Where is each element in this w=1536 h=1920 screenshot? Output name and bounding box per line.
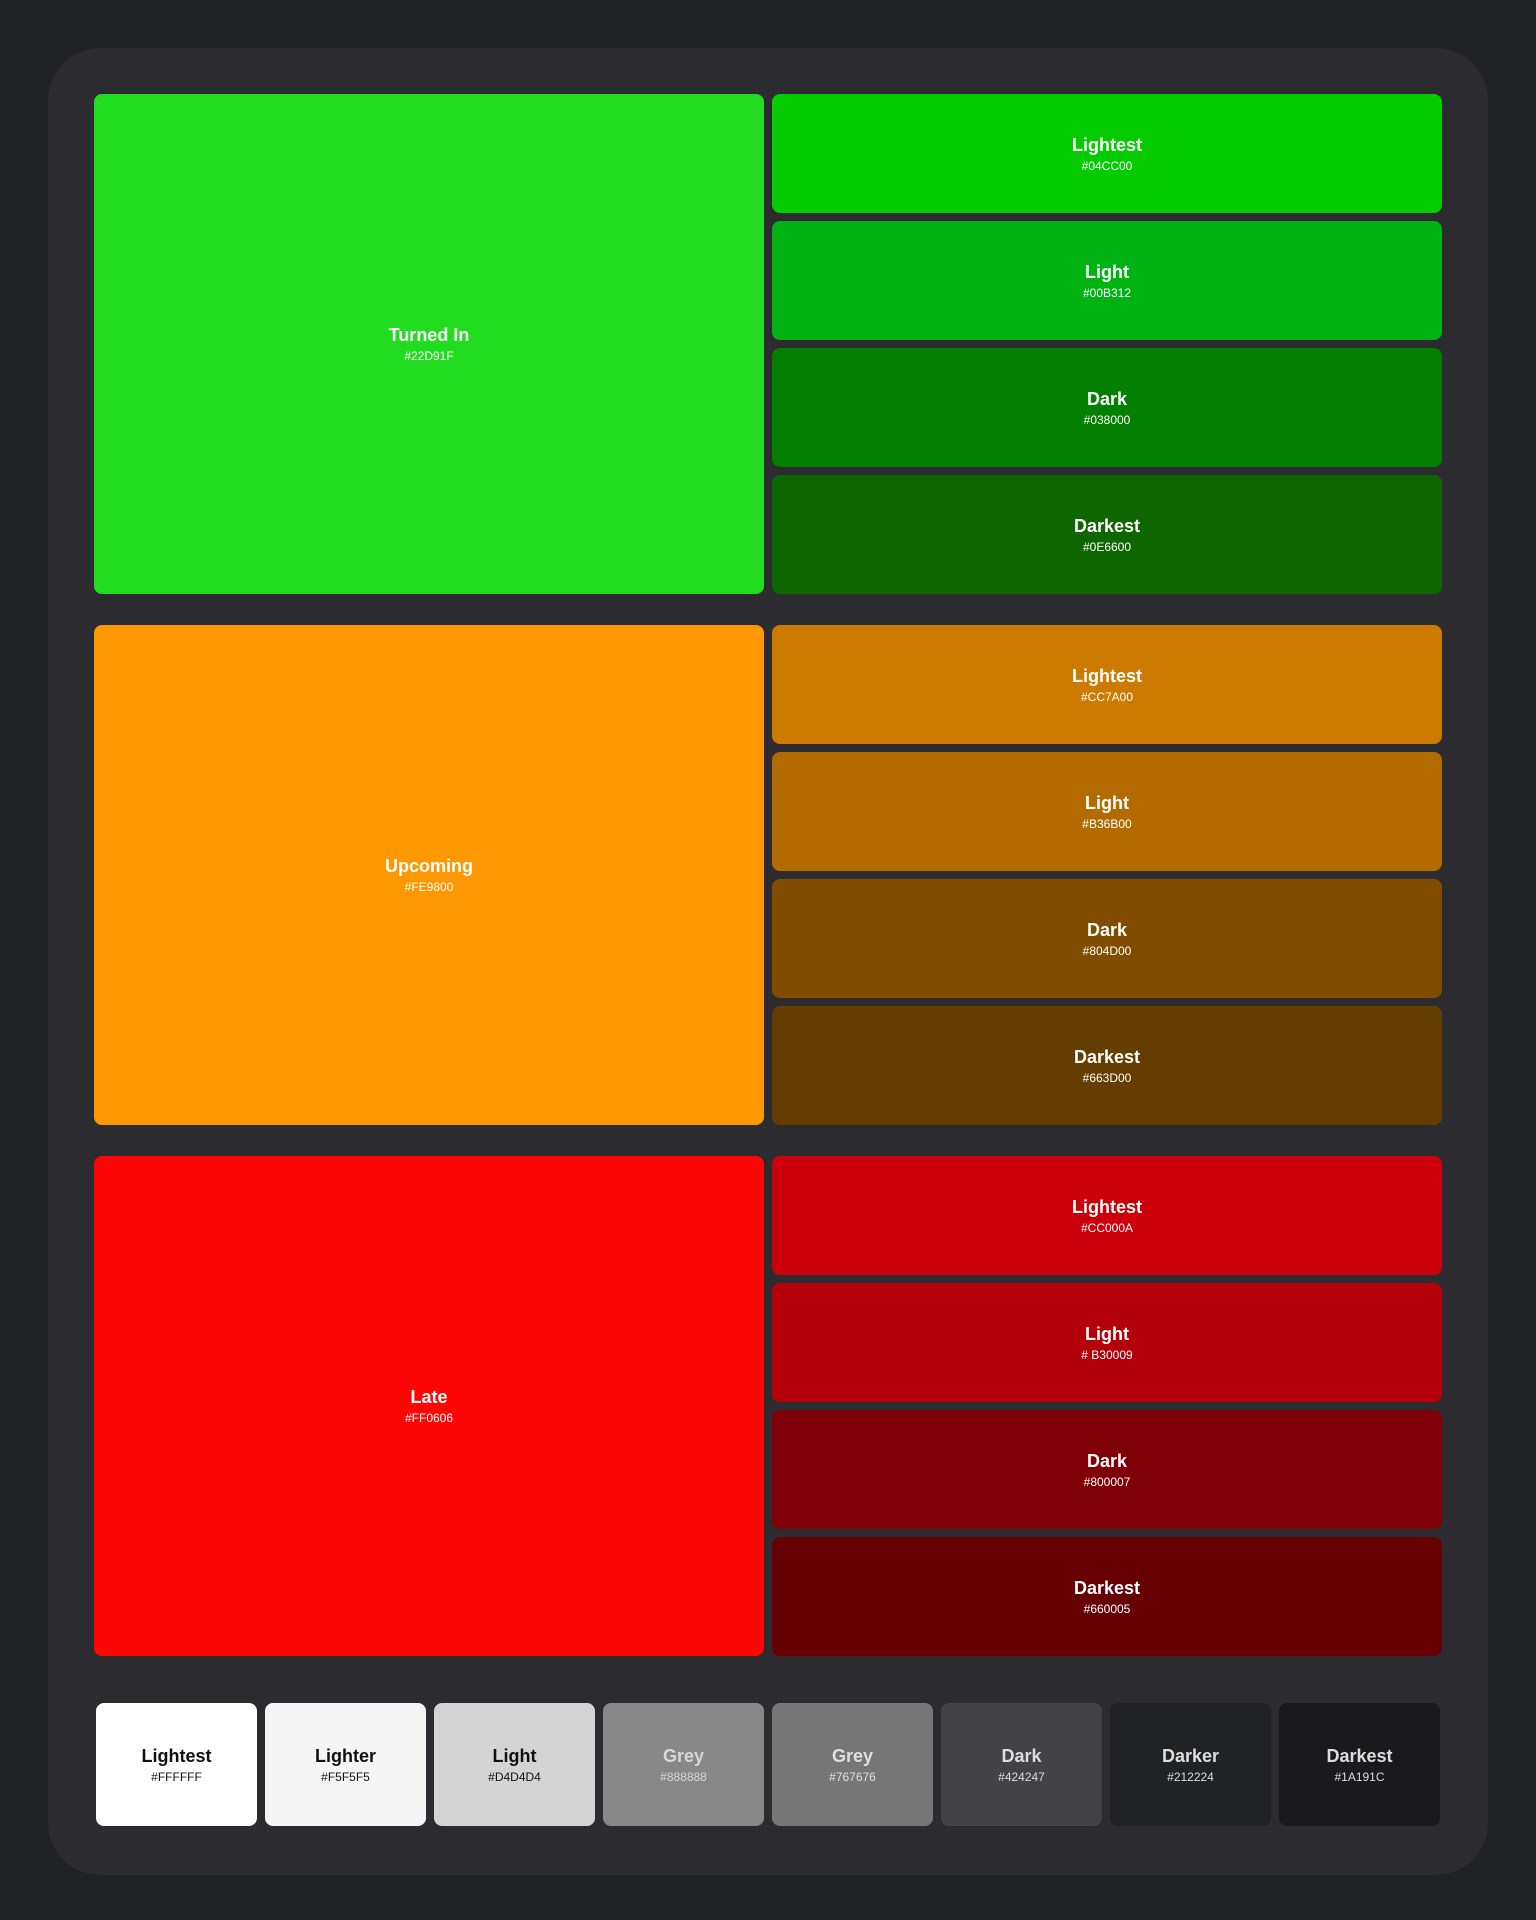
swatch-hex: #804D00: [1082, 943, 1132, 958]
swatch-hex: #04CC00: [1081, 158, 1133, 173]
swatch-hex: #D4D4D4: [488, 1769, 541, 1784]
swatch-label: Lightest: [1072, 134, 1142, 155]
swatch-hex: #888888: [660, 1769, 707, 1784]
shade-list: Lightest #CC7A00 Light #B36B00 Dark #804…: [772, 625, 1442, 1125]
shade-swatch: Lightest #CC000A: [772, 1156, 1442, 1275]
shade-swatch: Darkest #660005: [772, 1537, 1442, 1656]
swatch-label: Light: [1085, 792, 1129, 813]
shade-swatch: Light # B30009: [772, 1283, 1442, 1402]
swatch-hex: #FFFFFF: [151, 1769, 202, 1784]
swatch-hex: #660005: [1083, 1601, 1131, 1616]
swatch-label: Dark: [1086, 919, 1128, 940]
color-group-late: Late #FF0606 Lightest #CC000A Light # B3…: [94, 1156, 1442, 1656]
grey-swatch: Light #D4D4D4: [434, 1703, 595, 1826]
swatch-hex: #800007: [1083, 1474, 1131, 1489]
swatch-label: Dark: [1086, 1450, 1128, 1471]
swatch-hex: #FF0606: [404, 1411, 454, 1425]
swatch-label: Light: [1085, 261, 1129, 282]
swatch-label: Darkest: [1326, 1745, 1393, 1766]
grey-swatch: Lightest #FFFFFF: [96, 1703, 257, 1826]
swatch-label: Grey: [662, 1745, 705, 1766]
swatch-hex: #424247: [998, 1769, 1045, 1784]
main-swatch: Turned In #22D91F: [94, 94, 764, 594]
swatch-hex: #0E6600: [1082, 539, 1132, 554]
swatch-hex: #CC000A: [1080, 1220, 1134, 1235]
swatch-label: Darker: [1161, 1745, 1220, 1766]
grey-swatch: Darkest #1A191C: [1279, 1703, 1440, 1826]
swatch-label: Light: [1085, 1323, 1129, 1344]
shade-swatch: Lightest #CC7A00: [772, 625, 1442, 744]
shade-list: Lightest #CC000A Light # B30009 Dark #80…: [772, 1156, 1442, 1656]
main-swatch: Upcoming #FE9800: [94, 625, 764, 1125]
swatch-label: Turned In: [388, 325, 470, 345]
swatch-label: Grey: [831, 1745, 874, 1766]
swatch-hex: #663D00: [1082, 1070, 1132, 1085]
grey-swatch: Lighter #F5F5F5: [265, 1703, 426, 1826]
swatch-hex: #1A191C: [1334, 1769, 1385, 1784]
swatch-label: Lightest: [1072, 665, 1142, 686]
color-group-upcoming: Upcoming #FE9800 Lightest #CC7A00 Light …: [94, 625, 1442, 1125]
shade-swatch: Darkest #0E6600: [772, 475, 1442, 594]
swatch-label: Lighter: [315, 1745, 376, 1766]
main-swatch: Late #FF0606: [94, 1156, 764, 1656]
grey-swatch: Darker #212224: [1110, 1703, 1271, 1826]
shade-swatch: Dark #800007: [772, 1410, 1442, 1529]
grey-swatch: Grey #888888: [603, 1703, 764, 1826]
swatch-label: Dark: [1086, 388, 1128, 409]
swatch-label: Upcoming: [385, 856, 473, 876]
swatch-hex: #CC7A00: [1080, 689, 1134, 704]
swatch-hex: #FE9800: [404, 880, 454, 894]
shade-swatch: Light #B36B00: [772, 752, 1442, 871]
swatch-hex: #F5F5F5: [321, 1769, 370, 1784]
color-group-turned-in: Turned In #22D91F Lightest #04CC00 Light…: [94, 94, 1442, 594]
swatch-hex: #038000: [1083, 412, 1131, 427]
shade-swatch: Light #00B312: [772, 221, 1442, 340]
shade-swatch: Dark #804D00: [772, 879, 1442, 998]
swatch-label: Darkest: [1073, 1046, 1141, 1067]
swatch-hex: #22D91F: [404, 349, 454, 363]
swatch-hex: #B36B00: [1082, 816, 1132, 831]
swatch-hex: #212224: [1167, 1769, 1214, 1784]
shade-swatch: Darkest #663D00: [772, 1006, 1442, 1125]
swatch-hex: #00B312: [1082, 285, 1132, 300]
shade-swatch: Dark #038000: [772, 348, 1442, 467]
swatch-hex: #767676: [829, 1769, 876, 1784]
palette-card: Turned In #22D91F Lightest #04CC00 Light…: [48, 48, 1488, 1875]
grey-swatch: Dark #424247: [941, 1703, 1102, 1826]
swatch-label: Late: [410, 1387, 448, 1407]
shade-swatch: Lightest #04CC00: [772, 94, 1442, 213]
shade-list: Lightest #04CC00 Light #00B312 Dark #038…: [772, 94, 1442, 594]
swatch-label: Lightest: [141, 1745, 212, 1766]
swatch-label: Light: [492, 1745, 537, 1766]
grey-palette-row: Lightest #FFFFFF Lighter #F5F5F5 Light #…: [96, 1703, 1440, 1826]
swatch-hex: # B30009: [1081, 1347, 1133, 1362]
swatch-label: Dark: [1001, 1745, 1042, 1766]
swatch-label: Lightest: [1072, 1196, 1142, 1217]
grey-swatch: Grey #767676: [772, 1703, 933, 1826]
swatch-label: Darkest: [1073, 1577, 1141, 1598]
swatch-label: Darkest: [1073, 515, 1141, 536]
